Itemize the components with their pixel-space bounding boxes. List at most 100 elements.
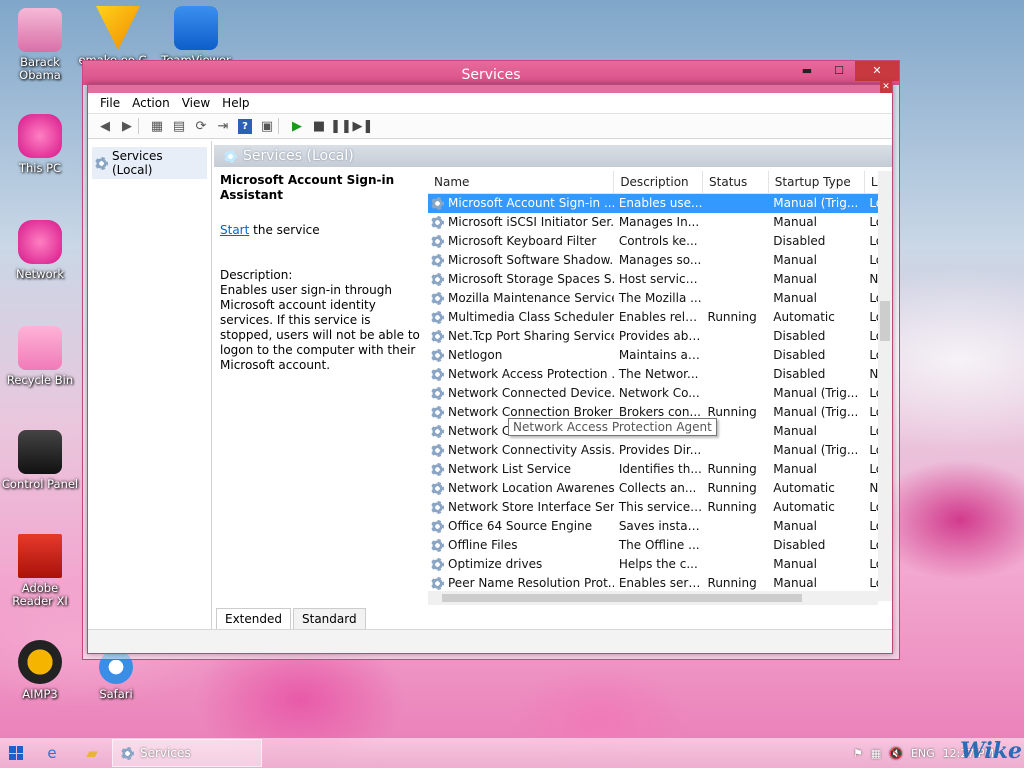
menu-file[interactable]: File [94, 96, 126, 110]
desktop-icon-remake[interactable]: emake eo C... [78, 6, 158, 67]
table-row[interactable]: Office 64 Source Engine Saves install... M… [428, 517, 892, 536]
desktop-icon-this-pc[interactable]: This PC [0, 114, 80, 175]
table-row[interactable]: Peer Name Resolution Prot... Enables serv… [428, 574, 892, 593]
service-name-text: Microsoft Storage Spaces S... [448, 272, 614, 286]
restart-service-icon[interactable]: ▶❚ [352, 116, 374, 136]
service-startup-type-cell: Manual (Trig... [768, 193, 865, 213]
gear-icon [224, 149, 237, 163]
export-list-icon[interactable]: ⇥ [212, 116, 234, 136]
service-name-text: Offline Files [448, 538, 518, 552]
menu-view[interactable]: View [176, 96, 216, 110]
column-header-description[interactable]: Description [613, 171, 704, 194]
service-description-cell: The Networ... [618, 367, 699, 381]
refresh-icon[interactable]: ⟳ [190, 116, 212, 136]
table-row[interactable]: Microsoft Account Sign-in ... Enables use… [428, 193, 892, 213]
desktop-icon-control-panel[interactable]: Control Panel [0, 430, 80, 491]
table-row[interactable]: Network Connected Device... Network Co...… [428, 384, 892, 403]
volume-muted-icon[interactable]: 🔇 [889, 747, 903, 760]
service-name-text: Network Connectivity Assis... [448, 443, 614, 457]
gear-icon [431, 443, 444, 457]
column-header-status[interactable]: Status [702, 171, 769, 194]
close-icon[interactable]: ✕ [855, 61, 899, 81]
table-row[interactable]: Microsoft Storage Spaces S... Host servic… [428, 270, 892, 289]
table-row[interactable]: Microsoft Software Shadow... Manages so..… [428, 251, 892, 270]
service-name-cell: Microsoft Storage Spaces S... [428, 270, 614, 289]
tab-standard[interactable]: Standard [293, 608, 366, 629]
column-header-startup-type[interactable]: Startup Type [768, 171, 865, 194]
service-status-cell [703, 327, 769, 346]
horizontal-scrollbar[interactable] [428, 591, 878, 605]
desktop-icon-aimp3[interactable]: AIMP3 [0, 640, 80, 701]
properties-icon[interactable]: ▤ [168, 116, 190, 136]
table-row[interactable]: Network Connectivity Assis... Provides Di… [428, 441, 892, 460]
service-status-cell [703, 365, 769, 384]
service-name-cell: Mozilla Maintenance Service [428, 289, 614, 308]
table-row[interactable]: Network Location Awareness Collects an...… [428, 479, 892, 498]
pause-service-icon[interactable]: ❚❚ [330, 116, 352, 136]
taskbar-item-services[interactable]: Services [112, 739, 262, 767]
service-status-cell [703, 251, 769, 270]
tree-item-label: Services (Local) [112, 149, 163, 177]
tree-item-services-local[interactable]: Services (Local) [92, 147, 207, 179]
tab-extended[interactable]: Extended [216, 608, 291, 629]
internet-explorer-icon[interactable]: e [32, 738, 72, 768]
start-service-icon[interactable]: ▶ [286, 116, 308, 136]
start-service-link[interactable]: Start [220, 223, 249, 237]
inner-close-icon[interactable]: ✕ [880, 81, 892, 93]
services-table-container: Name Description Status Startup Type Log… [428, 171, 892, 605]
table-row[interactable]: Multimedia Class Scheduler Enables rela..… [428, 308, 892, 327]
service-name-cell: Peer Name Resolution Prot... [428, 574, 614, 593]
desktop-icon-network[interactable]: Network [0, 220, 80, 281]
description-pane: Microsoft Account Sign-in Assistant Star… [220, 173, 420, 605]
network-status-icon[interactable]: ▦ [871, 747, 881, 760]
action-center-icon[interactable]: ⚑ [853, 747, 863, 760]
service-startup-type-cell: Automatic [773, 310, 835, 324]
maximize-icon[interactable]: ☐ [827, 61, 851, 81]
console-view-icon[interactable]: ▣ [256, 116, 278, 136]
language-indicator[interactable]: ENG [911, 747, 935, 760]
console-tree-icon[interactable]: ▦ [146, 116, 168, 136]
file-explorer-icon[interactable]: ▰ [72, 738, 112, 768]
table-row[interactable]: Optimize drivesHelps the c...ManualLoc [428, 555, 892, 574]
service-name-cell: Microsoft iSCSI Initiator Ser... [428, 213, 614, 232]
table-row[interactable]: Offline FilesThe Offline ...DisabledLoc [428, 536, 892, 555]
toolbar-separator [138, 118, 146, 134]
service-status-cell [703, 555, 769, 574]
table-row[interactable]: Mozilla Maintenance Service The Mozilla .… [428, 289, 892, 308]
service-name-cell: Network Connectivity Assis... [428, 441, 614, 460]
service-name-cell: Microsoft Keyboard Filter [428, 232, 614, 251]
column-header-name[interactable]: Name [428, 171, 615, 194]
menu-action[interactable]: Action [126, 96, 176, 110]
desktop-icon-recycle-bin[interactable]: Recycle Bin [0, 326, 80, 387]
desktop-icon-barack-obama[interactable]: Barack Obama [0, 8, 80, 82]
minimize-icon[interactable]: ▬ [795, 61, 819, 81]
horizontal-scroll-thumb[interactable] [442, 594, 802, 602]
service-description-cell: Identifies th... [618, 462, 702, 476]
service-startup-type-cell: Manual [773, 291, 817, 305]
table-row[interactable]: Net.Tcp Port Sharing Service Provides abi… [428, 327, 892, 346]
service-startup-type-cell: Manual [773, 557, 817, 571]
back-arrow-icon[interactable]: ◀ [94, 116, 116, 136]
start-button[interactable] [0, 738, 32, 768]
menu-help[interactable]: Help [216, 96, 255, 110]
service-status-cell: Running [707, 500, 757, 514]
service-description-cell: Network Co... [618, 386, 700, 400]
stop-service-icon[interactable]: ■ [308, 116, 330, 136]
table-row[interactable]: Microsoft iSCSI Initiator Ser... Manages … [428, 213, 892, 232]
service-startup-type-cell: Manual [773, 462, 817, 476]
table-row[interactable]: Network Access Protection ... The Networ.… [428, 365, 892, 384]
desktop-icon-adobe-reader[interactable]: Adobe Reader XI [0, 534, 80, 608]
vertical-scroll-thumb[interactable] [880, 301, 890, 341]
table-row[interactable]: Microsoft Keyboard Filter Controls ke... D… [428, 232, 892, 251]
table-row[interactable]: NetlogonMaintains a ...DisabledLoc [428, 346, 892, 365]
background-window-title: Services [461, 67, 521, 83]
service-name-cell: Optimize drives [428, 555, 614, 574]
table-row[interactable]: Network List Service Identifies th... Runn… [428, 460, 892, 479]
forward-arrow-icon[interactable]: ▶ [116, 116, 138, 136]
vertical-scrollbar[interactable] [878, 171, 892, 601]
table-row[interactable]: Network Store Interface Ser... This servi… [428, 498, 892, 517]
main-content: Services (Local) Services (Local) Micros… [88, 141, 892, 629]
service-startup-type-cell: Disabled [773, 234, 826, 248]
help-icon[interactable]: ? [238, 118, 252, 134]
service-name-text: Optimize drives [448, 557, 543, 571]
